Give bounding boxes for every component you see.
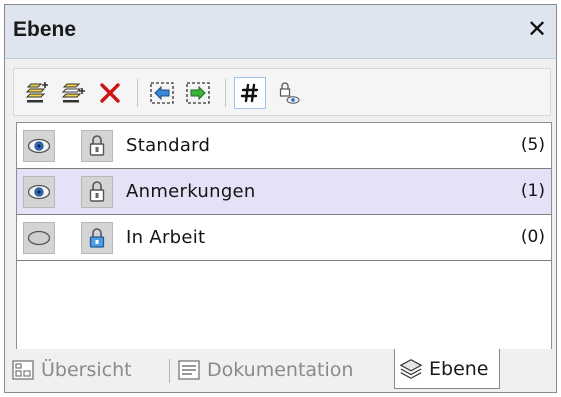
layer-name: Anmerkungen <box>126 181 256 202</box>
layer-list: Standard (5) Anmerkungen (1) In Arbeit (… <box>16 122 552 351</box>
lock-toggle[interactable] <box>81 130 113 162</box>
delete-layer-icon <box>100 83 120 103</box>
tab-separator <box>169 359 170 383</box>
panel-title-bar: Ebene ✕ <box>5 5 556 59</box>
layer-object-count: (0) <box>520 227 545 247</box>
layer-row-anmerkungen[interactable]: Anmerkungen (1) <box>17 169 551 215</box>
layer-toolbar <box>13 68 551 116</box>
layers-panel: Ebene ✕ Standard (5) Anmerkungen (1) In … <box>4 4 557 393</box>
visibility-toggle[interactable] <box>23 130 55 162</box>
unlocked-icon <box>89 181 105 202</box>
visibility-toggle[interactable] <box>23 176 55 208</box>
toolbar-separator <box>225 79 226 107</box>
insert-layer-button[interactable] <box>58 77 90 109</box>
documentation-icon <box>177 358 201 382</box>
delete-layer-button[interactable] <box>94 77 126 109</box>
overview-icon <box>11 358 35 382</box>
eye-icon <box>27 184 51 200</box>
toolbar-separator <box>137 79 138 107</box>
add-layer-button[interactable] <box>22 77 54 109</box>
move-to-layer-icon <box>150 82 174 104</box>
eye-icon <box>27 138 51 154</box>
layer-row-in-arbeit[interactable]: In Arbeit (0) <box>17 215 551 261</box>
tab-layers-label: Ebene <box>429 357 489 380</box>
lock-toggle[interactable] <box>81 176 113 208</box>
close-button[interactable]: ✕ <box>524 14 550 44</box>
tab-layers[interactable]: Ebene <box>394 349 500 389</box>
insert-layer-icon <box>61 83 85 103</box>
lock-visibility-icon <box>279 82 300 104</box>
tab-documentation[interactable]: Dokumentation <box>177 352 353 388</box>
layers-icon <box>399 357 423 381</box>
hash-icon <box>240 83 259 103</box>
lock-visibility-button[interactable] <box>272 77 304 109</box>
move-from-layer-button[interactable] <box>182 77 214 109</box>
close-icon: ✕ <box>526 15 548 43</box>
layer-name: In Arbeit <box>126 227 206 248</box>
tab-overview-label: Übersicht <box>41 359 132 381</box>
show-grid-button[interactable] <box>234 77 266 109</box>
panel-tab-bar: Übersicht Dokumentation Ebene <box>5 349 556 392</box>
layer-object-count: (1) <box>520 181 545 201</box>
layer-row-standard[interactable]: Standard (5) <box>17 123 551 169</box>
move-to-layer-button[interactable] <box>146 77 178 109</box>
layer-object-count: (5) <box>520 135 545 155</box>
tab-documentation-label: Dokumentation <box>207 359 354 381</box>
visibility-toggle[interactable] <box>23 222 55 254</box>
layer-name: Standard <box>126 135 211 156</box>
move-from-layer-icon <box>186 82 210 104</box>
tab-overview[interactable]: Übersicht <box>11 352 132 388</box>
panel-title: Ebene <box>13 18 77 41</box>
locked-icon <box>89 228 105 248</box>
add-layer-icon <box>25 82 48 103</box>
eye-closed-icon <box>27 230 51 246</box>
unlocked-icon <box>89 135 105 156</box>
lock-toggle[interactable] <box>81 222 113 254</box>
